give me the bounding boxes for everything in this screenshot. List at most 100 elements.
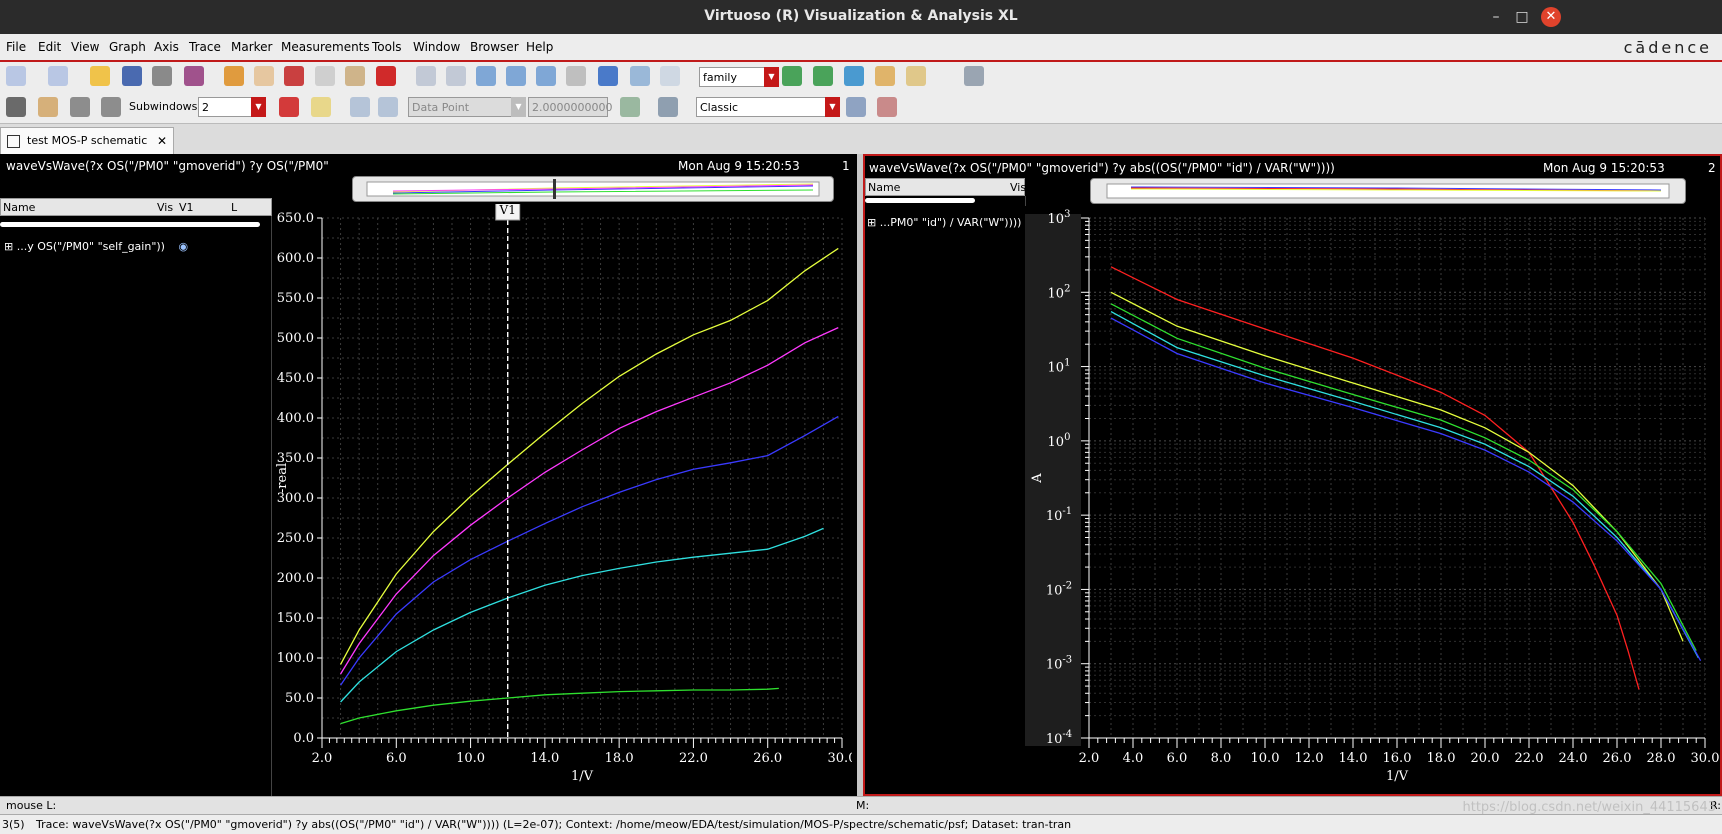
menu-measurements[interactable]: Measurements	[281, 40, 370, 54]
main-toolbar: family ▼	[0, 62, 1722, 91]
y-tick-label: 100.0	[277, 651, 314, 666]
data-point-field[interactable]: 2.0000000000	[528, 97, 612, 117]
pane2-plot[interactable]: 10310210110010-110-210-310-42.0 4.0 6.0 8.0…	[1025, 206, 1720, 794]
zoom-out-circle-icon[interactable]	[446, 66, 466, 86]
menu-help[interactable]: Help	[526, 40, 553, 54]
secondary-toolbar: Subwindows: 2 ▼ Data Point ▼ 2.000000000…	[0, 91, 1722, 124]
minimize-icon[interactable]: –	[1486, 7, 1506, 27]
open-icon[interactable]	[90, 66, 110, 86]
tab-schematic[interactable]: test MOS-P schematic ✕	[0, 127, 174, 155]
trace-scrollbar[interactable]	[0, 222, 260, 227]
pane1-plot[interactable]: 0.050.0100.0150.0200.0250.0300.0350.0400…	[272, 204, 852, 794]
tab-close-icon[interactable]: ✕	[157, 128, 167, 154]
print-icon[interactable]	[152, 66, 172, 86]
x-tick-label: 4.0	[1123, 751, 1144, 766]
cards-icon[interactable]	[38, 97, 58, 117]
family-combo[interactable]: family ▼	[699, 67, 779, 87]
x-tick-label: 2.0	[312, 751, 333, 766]
print-graph-icon[interactable]	[184, 66, 204, 86]
add-chart-icon[interactable]	[844, 66, 864, 86]
chevron-down-icon[interactable]: ▼	[511, 97, 526, 117]
menu-marker[interactable]: Marker	[231, 40, 272, 54]
chevron-down-icon[interactable]: ▼	[764, 67, 779, 87]
graph-subwindow-2[interactable]: waveVsWave(?x OS("/PM0" "gmoverid") ?y a…	[863, 154, 1722, 796]
chevron-down-icon[interactable]: ▼	[251, 97, 266, 117]
next-icon[interactable]	[378, 97, 398, 117]
grid-icon[interactable]	[964, 66, 984, 86]
copy-icon[interactable]	[315, 66, 335, 86]
col-l: L	[231, 201, 238, 214]
new-window-icon[interactable]	[6, 66, 26, 86]
col-vis: Vis	[157, 201, 174, 214]
zoom-x-icon[interactable]	[506, 66, 526, 86]
y-tick-label: 400.0	[277, 411, 314, 426]
new-subwindow-icon[interactable]	[48, 66, 68, 86]
menu-browser[interactable]: Browser	[470, 40, 519, 54]
split-chart-icon[interactable]	[875, 66, 895, 86]
x-tick-label: 24.0	[1559, 751, 1588, 766]
expand-icon[interactable]: ⊞	[4, 240, 13, 253]
y-tick-label: 200.0	[277, 571, 314, 586]
eye-icon[interactable]: ◉	[178, 240, 188, 253]
calculator-icon[interactable]	[658, 97, 678, 117]
delete-icon[interactable]	[376, 66, 396, 86]
trace-status-bar: 3(5) Trace: waveVsWave(?x OS("/PM0" "gmo…	[0, 814, 1722, 834]
window-list-icon[interactable]	[846, 97, 866, 117]
pane1-overview-scroller[interactable]	[352, 176, 834, 202]
menu-window[interactable]: Window	[413, 40, 460, 54]
pan-icon[interactable]	[566, 66, 586, 86]
x-tick-label: 22.0	[679, 751, 708, 766]
flag-icon[interactable]	[279, 97, 299, 117]
zoom-clear-icon[interactable]	[660, 66, 680, 86]
stack-icon[interactable]	[70, 97, 90, 117]
info-icon[interactable]	[311, 97, 331, 117]
zoom-y-icon[interactable]	[536, 66, 556, 86]
marker-v1-label: V1	[499, 204, 516, 217]
menu-view[interactable]: View	[71, 40, 99, 54]
chevron-down-icon[interactable]: ▼	[825, 97, 840, 117]
select-icon[interactable]	[6, 97, 26, 117]
classic-combo-value: Classic	[700, 101, 739, 114]
expand-icon[interactable]: ⊞	[867, 216, 876, 229]
histogram-icon[interactable]	[620, 97, 640, 117]
overview-thumbnail	[366, 179, 820, 199]
y-tick-label: 600.0	[277, 251, 314, 266]
trace-item[interactable]: ⊞ ...y OS("/PM0" "self_gain")) ◉	[4, 240, 188, 253]
close-icon[interactable]: ✕	[1541, 7, 1561, 27]
pane2-trace-panel: ⊞ ...PM0" "id") / VAR("W"))))	[865, 196, 1026, 794]
fit-icon[interactable]	[598, 66, 618, 86]
zoom-in-circle-icon[interactable]	[416, 66, 436, 86]
subwindows-value: 2	[202, 101, 209, 114]
menu-edit[interactable]: Edit	[38, 40, 61, 54]
redo-icon[interactable]	[254, 66, 274, 86]
data-point-combo[interactable]: Data Point ▼	[408, 97, 526, 117]
prev-icon[interactable]	[350, 97, 370, 117]
classic-combo[interactable]: Classic ▼	[696, 97, 840, 117]
subwindows-combo[interactable]: 2 ▼	[198, 97, 266, 117]
cut-icon[interactable]	[284, 66, 304, 86]
x-axis-label: 1/V	[571, 769, 594, 784]
menu-file[interactable]: File	[6, 40, 26, 54]
menu-graph[interactable]: Graph	[109, 40, 146, 54]
y-tick-label: 50.0	[285, 691, 314, 706]
window-close-icon[interactable]	[877, 97, 897, 117]
menu-trace[interactable]: Trace	[189, 40, 221, 54]
trace-item[interactable]: ⊞ ...PM0" "id") / VAR("W"))))	[867, 216, 1021, 229]
menu-axis[interactable]: Axis	[154, 40, 179, 54]
graph-subwindow-1[interactable]: waveVsWave(?x OS("/PM0" "gmoverid") ?y O…	[0, 154, 857, 796]
columns-icon[interactable]	[101, 97, 121, 117]
composite-chart-icon[interactable]	[813, 66, 833, 86]
save-icon[interactable]	[122, 66, 142, 86]
strip-chart-icon[interactable]	[782, 66, 802, 86]
mouse-status: mouse L:	[6, 799, 57, 812]
menu-tools[interactable]: Tools	[372, 40, 402, 54]
pane2-overview-scroller[interactable]	[1090, 178, 1686, 204]
paste-icon[interactable]	[345, 66, 365, 86]
zoom-icon[interactable]	[476, 66, 496, 86]
maximize-icon[interactable]: □	[1512, 7, 1532, 27]
zoom-region-icon[interactable]	[630, 66, 650, 86]
col-vis: Vis	[1010, 181, 1027, 194]
undo-icon[interactable]	[224, 66, 244, 86]
trace-scrollbar[interactable]	[865, 198, 975, 203]
bar-chart-icon[interactable]	[906, 66, 926, 86]
